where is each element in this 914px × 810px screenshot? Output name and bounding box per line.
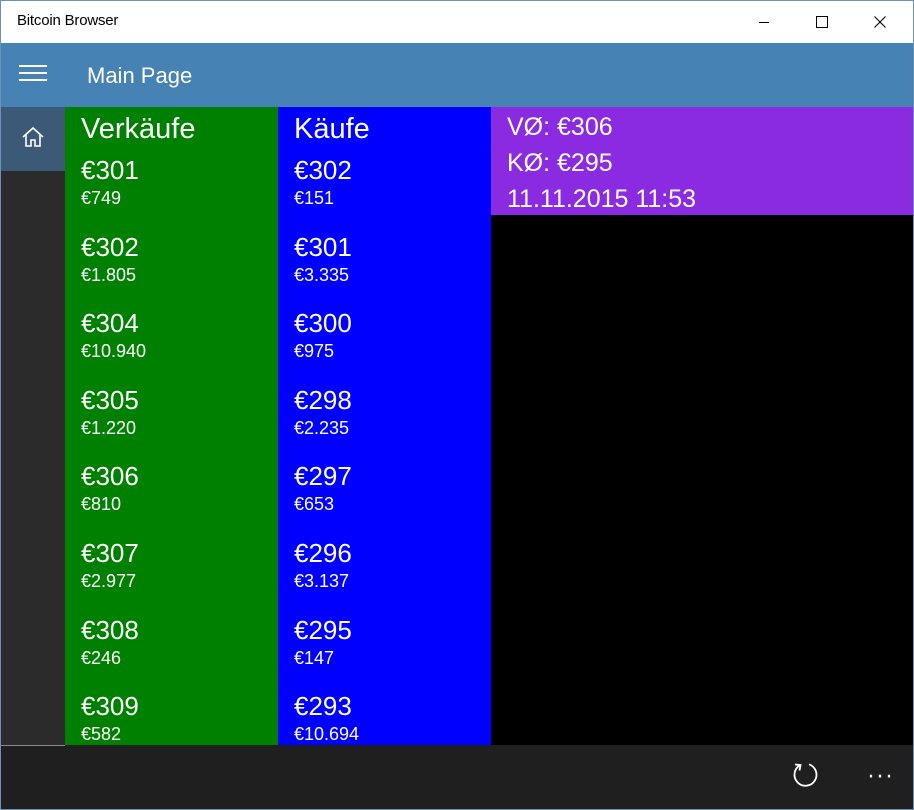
buys-price: €293	[294, 691, 352, 721]
sales-amount: €10.940	[81, 341, 147, 361]
minimize-button[interactable]	[735, 1, 793, 43]
list-item[interactable]: €302 €151	[294, 155, 352, 209]
sales-amount: €246	[81, 648, 122, 668]
buys-amount: €10.694	[294, 724, 360, 744]
buys-price: €295	[294, 615, 352, 645]
list-item[interactable]: €307 €2.977	[81, 538, 139, 592]
title-bar: Bitcoin Browser	[1, 1, 913, 43]
side-nav	[1, 107, 65, 745]
list-item[interactable]: €309 €582	[81, 691, 139, 745]
list-item[interactable]: €298 €2.235	[294, 385, 352, 439]
buys-price: €298	[294, 385, 352, 415]
sales-amount: €1.805	[81, 265, 137, 285]
hamburger-icon	[19, 63, 47, 87]
app-header: Main Page	[1, 43, 913, 107]
buys-amount: €2.235	[294, 418, 350, 438]
list-item[interactable]: €302 €1.805	[81, 232, 139, 286]
buys-price: €300	[294, 308, 352, 338]
buys-amount: €3.137	[294, 571, 350, 591]
sales-amount: €810	[81, 494, 122, 514]
list-item[interactable]: €297 €653	[294, 461, 352, 515]
buys-amount: €975	[294, 341, 335, 361]
sales-amount: €749	[81, 188, 122, 208]
list-item[interactable]: €304 €10.940	[81, 308, 146, 362]
list-item[interactable]: €295 €147	[294, 615, 352, 669]
sales-header: Verkäufe	[81, 113, 196, 145]
sales-price: €306	[81, 461, 139, 491]
list-item[interactable]: €296 €3.137	[294, 538, 352, 592]
list-item[interactable]: €293 €10.694	[294, 691, 359, 745]
sales-price: €304	[81, 308, 139, 338]
buys-price: €297	[294, 461, 352, 491]
update-timestamp: 11.11.2015 11:53	[507, 185, 697, 213]
hamburger-menu-button[interactable]	[1, 43, 65, 107]
buys-price: €301	[294, 232, 352, 262]
app-window: Bitcoin Browser Main Page Verkäufe €301 …	[0, 0, 914, 810]
maximize-button[interactable]	[793, 1, 851, 43]
sales-price: €301	[81, 155, 139, 185]
sales-amount: €582	[81, 724, 122, 744]
more-options-button[interactable]: ···	[853, 757, 909, 797]
maximize-icon	[816, 13, 828, 32]
buys-amount: €3.335	[294, 265, 350, 285]
summary-panel: VØ: €306 KØ: €295 11.11.2015 11:53	[491, 107, 913, 215]
buys-column: Käufe €302 €151 €301 €3.335 €300 €975 €2…	[278, 107, 491, 745]
buys-price: €296	[294, 538, 352, 568]
close-icon	[874, 13, 886, 32]
nav-divider	[1, 745, 65, 746]
sales-price: €302	[81, 232, 139, 262]
sales-price: €308	[81, 615, 139, 645]
sales-amount: €1.220	[81, 418, 137, 438]
buys-average: KØ: €295	[507, 149, 613, 177]
list-item[interactable]: €301 €749	[81, 155, 139, 209]
buys-amount: €151	[294, 188, 335, 208]
sales-price: €305	[81, 385, 139, 415]
sales-price: €309	[81, 691, 139, 721]
close-button[interactable]	[851, 1, 909, 43]
buys-price: €302	[294, 155, 352, 185]
home-icon	[21, 126, 45, 152]
list-item[interactable]: €301 €3.335	[294, 232, 352, 286]
buys-amount: €653	[294, 494, 335, 514]
page-title: Main Page	[87, 63, 193, 88]
window-title: Bitcoin Browser	[17, 12, 119, 29]
minimize-icon	[758, 13, 770, 32]
refresh-button[interactable]	[777, 757, 833, 797]
refresh-icon	[790, 760, 820, 794]
sales-average: VØ: €306	[507, 113, 613, 141]
sales-price: €307	[81, 538, 139, 568]
list-item[interactable]: €300 €975	[294, 308, 352, 362]
list-item[interactable]: €305 €1.220	[81, 385, 139, 439]
nav-home-button[interactable]	[1, 107, 65, 171]
list-item[interactable]: €308 €246	[81, 615, 139, 669]
list-item[interactable]: €306 €810	[81, 461, 139, 515]
buys-header: Käufe	[294, 113, 370, 145]
sales-column: Verkäufe €301 €749 €302 €1.805 €304 €10.…	[65, 107, 278, 745]
command-bar: ···	[1, 745, 913, 809]
sales-amount: €2.977	[81, 571, 137, 591]
buys-amount: €147	[294, 648, 335, 668]
